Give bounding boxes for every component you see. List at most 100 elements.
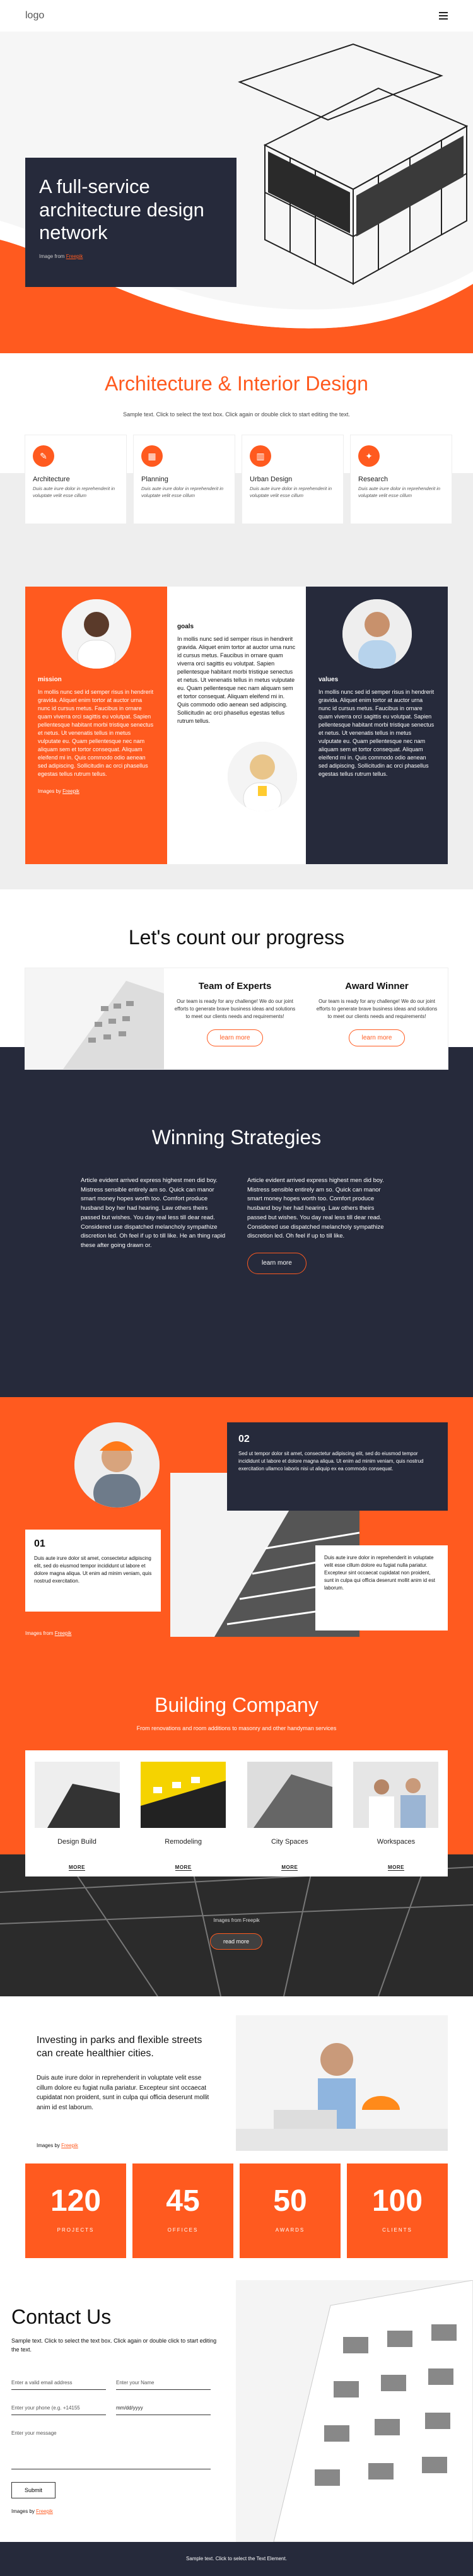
building-services: Design Build MORE Remodeling MORE City S… bbox=[25, 1750, 448, 1876]
stat-label: CLIENTS bbox=[382, 2227, 412, 2233]
box-01: 01 Duis aute irure dolor sit amet, conse… bbox=[25, 1530, 161, 1612]
stat-value: 50 bbox=[273, 2184, 307, 2218]
hero-section: A full-service architecture design netwo… bbox=[0, 32, 473, 353]
stat-label: OFFICES bbox=[167, 2227, 199, 2233]
service-design-build: Design Build MORE bbox=[33, 1762, 121, 1871]
building-credit: Images from Freepik bbox=[213, 1917, 260, 1923]
stat-value: 100 bbox=[371, 2184, 423, 2218]
man-avatar bbox=[342, 599, 412, 669]
progress-item-award: Award Winner Our team is ready for any c… bbox=[306, 968, 448, 1069]
box-03: Duis aute irure dolor in reprehenderit i… bbox=[315, 1545, 448, 1630]
date-field[interactable]: mm/dd/yyyy bbox=[116, 2405, 211, 2415]
woman-avatar bbox=[61, 599, 131, 669]
hero-credit-prefix: Image from bbox=[39, 253, 66, 259]
read-more-button[interactable]: read more bbox=[210, 1933, 263, 1950]
more-link[interactable]: MORE bbox=[175, 1865, 192, 1871]
progress-item-team: Team of Experts Our team is ready for an… bbox=[164, 968, 306, 1069]
numbers-credit-link[interactable]: Freepik bbox=[55, 1630, 72, 1636]
engineer-avatar bbox=[74, 1422, 160, 1508]
more-link[interactable]: MORE bbox=[69, 1865, 85, 1871]
city-spaces-image bbox=[247, 1762, 332, 1828]
logo[interactable]: logo bbox=[25, 10, 44, 21]
stat-awards: 50 AWARDS bbox=[240, 2163, 341, 2258]
service-label: City Spaces bbox=[271, 1838, 308, 1846]
mission-heading: mission bbox=[38, 676, 62, 683]
workspaces-image bbox=[353, 1762, 439, 1828]
winning-right-text: Article evident arrived express highest … bbox=[247, 1177, 384, 1240]
arch-cards: ✎ Architecture Duis aute irure dolor in … bbox=[25, 435, 452, 524]
hero-title: A full-service architecture design netwo… bbox=[39, 175, 204, 244]
stat-offices: 45 OFFICES bbox=[132, 2163, 233, 2258]
arch-card-text: Duis aute irure dolor in reprehenderit i… bbox=[33, 486, 115, 498]
site-footer: Sample text. Click to select the Text El… bbox=[0, 2542, 473, 2576]
mission-credit-prefix: Images by bbox=[38, 788, 63, 794]
stats-row: 120 PROJECTS 45 OFFICES 50 AWARDS 100 CL… bbox=[25, 2163, 448, 2258]
box-02-text: Sed ut tempor dolor sit amet, consectetu… bbox=[238, 1451, 424, 1472]
winning-left-text: Article evident arrived express highest … bbox=[81, 1177, 226, 1250]
stats-section: 120 PROJECTS 45 OFFICES 50 AWARDS 100 CL… bbox=[0, 2151, 473, 2280]
arch-card-urban-design: ▥ Urban Design Duis aute irure dolor in … bbox=[242, 435, 343, 524]
arch-subtitle: Sample text. Click to select the text bo… bbox=[123, 411, 350, 418]
parks-credit-prefix: Images by bbox=[37, 2143, 62, 2148]
arch-card-text: Duis aute irure dolor in reprehenderit i… bbox=[141, 486, 224, 498]
winning-title: Winning Strategies bbox=[151, 1126, 322, 1149]
numbers-credit: Images from Freepik bbox=[25, 1630, 71, 1636]
mission-credit: Images by Freepik bbox=[38, 788, 155, 795]
box-02-heading: 02 bbox=[238, 1434, 250, 1444]
learn-more-button[interactable]: learn more bbox=[206, 1029, 264, 1046]
message-field[interactable]: Enter your message bbox=[11, 2430, 211, 2469]
goals-panel: goals In mollis nunc sed id semper risus… bbox=[167, 587, 306, 864]
architecture-section: Architecture & Interior Design Sample te… bbox=[0, 353, 473, 561]
building-section: Building Company From renovations and ro… bbox=[0, 1694, 473, 1996]
numbered-section: 01 Duis aute irure dolor sit amet, conse… bbox=[0, 1397, 473, 1694]
submit-button[interactable]: Submit bbox=[11, 2482, 55, 2498]
values-text: In mollis nunc sed id semper risus in he… bbox=[318, 689, 435, 778]
service-label: Remodeling bbox=[165, 1838, 202, 1846]
contact-credit-link[interactable]: Freepik bbox=[36, 2509, 53, 2514]
building-icon: ▥ bbox=[250, 445, 271, 467]
box-01-heading: 01 bbox=[34, 1538, 45, 1549]
mission-text: In mollis nunc sed id semper risus in he… bbox=[38, 689, 154, 778]
values-heading: values bbox=[318, 676, 339, 683]
hamburger-menu-icon[interactable] bbox=[439, 12, 448, 20]
hero-credit-link[interactable]: Freepik bbox=[66, 254, 83, 259]
arch-card-planning: ▦ Planning Duis aute irure dolor in repr… bbox=[134, 435, 235, 524]
mission-credit-link[interactable]: Freepik bbox=[62, 788, 79, 794]
service-label: Workspaces bbox=[377, 1838, 416, 1846]
goals-text: In mollis nunc sed id semper risus in he… bbox=[177, 636, 296, 725]
stat-projects: 120 PROJECTS bbox=[25, 2163, 126, 2258]
service-label: Design Build bbox=[57, 1838, 96, 1846]
winning-section: Winning Strategies Article evident arriv… bbox=[0, 1104, 473, 1397]
name-field[interactable]: Enter your Name bbox=[116, 2380, 211, 2390]
learn-more-button[interactable]: learn more bbox=[247, 1253, 307, 1274]
stat-value: 120 bbox=[50, 2184, 102, 2218]
email-field[interactable]: Enter a valid email address bbox=[11, 2380, 106, 2390]
arch-card-research: ✦ Research Duis aute irure dolor in repr… bbox=[351, 435, 452, 524]
more-link[interactable]: MORE bbox=[387, 1865, 404, 1871]
service-remodeling: Remodeling MORE bbox=[139, 1762, 228, 1871]
hero-title-box: A full-service architecture design netwo… bbox=[25, 158, 237, 287]
learn-more-button[interactable]: learn more bbox=[348, 1029, 406, 1046]
arch-card-label: Planning bbox=[141, 476, 168, 483]
winning-right: Article evident arrived express highest … bbox=[247, 1176, 392, 1274]
progress-item-title: Award Winner bbox=[345, 981, 409, 992]
ruler-icon: ▦ bbox=[141, 445, 163, 467]
box-02: 02 Sed ut tempor dolor sit amet, consect… bbox=[227, 1422, 448, 1511]
parks-title: Investing in parks and flexible streets … bbox=[37, 2035, 202, 2059]
more-link[interactable]: MORE bbox=[281, 1865, 298, 1871]
phone-field[interactable]: Enter your phone (e.g. +14155 bbox=[11, 2405, 106, 2415]
parks-credit: Images by Freepik bbox=[37, 2143, 78, 2148]
box-01-text: Duis aute irure dolor sit amet, consecte… bbox=[34, 1555, 152, 1584]
mission-panel: mission In mollis nunc sed id semper ris… bbox=[25, 587, 167, 864]
parks-section: Investing in parks and flexible streets … bbox=[0, 1996, 473, 2151]
apartment-building-image bbox=[236, 2280, 473, 2542]
design-build-image bbox=[34, 1762, 120, 1828]
progress-item-text: Our team is ready for any challenge! We … bbox=[316, 998, 438, 1019]
arch-card-label: Research bbox=[358, 476, 388, 483]
parks-credit-link[interactable]: Freepik bbox=[61, 2143, 78, 2148]
arch-card-architecture: ✎ Architecture Duis aute irure dolor in … bbox=[25, 435, 126, 524]
contact-section: Contact Us Sample text. Click to select … bbox=[0, 2280, 473, 2542]
service-city-spaces: City Spaces MORE bbox=[245, 1762, 334, 1871]
progress-item-title: Team of Experts bbox=[198, 981, 272, 992]
stat-label: PROJECTS bbox=[57, 2227, 95, 2233]
